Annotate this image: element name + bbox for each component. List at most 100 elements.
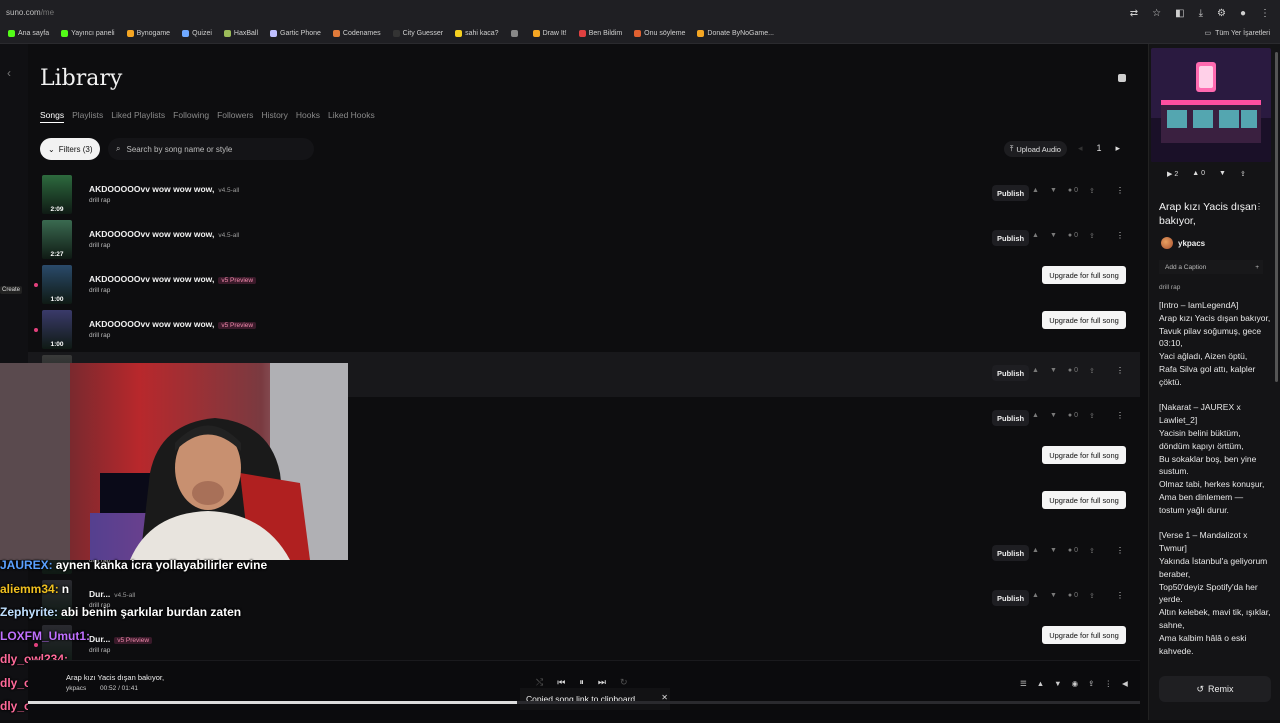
song-thumbnail[interactable]: 2:27	[42, 220, 72, 259]
address-bar[interactable]: suno.com/me ⇄ ☆ ◧ ⤓ ⚙ ● ⋮	[0, 6, 1280, 22]
publish-button[interactable]: Publish	[992, 365, 1030, 381]
comment-icon[interactable]: ● 0	[1068, 232, 1078, 240]
share-icon[interactable]: ⇪	[1089, 187, 1095, 195]
bookmark-item[interactable]: Ben Bildim	[578, 29, 622, 37]
comment-icon[interactable]: ● 0	[1068, 187, 1078, 195]
extensions-icon[interactable]: ◧	[1175, 8, 1184, 19]
song-author[interactable]: ykpacs	[1161, 237, 1205, 249]
publish-button[interactable]: Publish	[992, 410, 1030, 426]
search-input[interactable]: ⌕ Search by song name or style	[108, 138, 314, 160]
bookmark-item[interactable]: City Guesser	[392, 29, 443, 37]
chevron-left-icon[interactable]: ‹	[7, 66, 11, 80]
tab-history[interactable]: History	[261, 110, 287, 123]
more-icon[interactable]: ⋮	[1255, 202, 1263, 211]
tab-hooks[interactable]: Hooks	[296, 110, 320, 123]
song-title[interactable]: AKDOOOOOvv wow wow wow, v5 Preview	[89, 274, 257, 284]
upgrade-button[interactable]: Upgrade for full song	[1042, 311, 1126, 329]
song-row[interactable]: 2:09 AKDOOOOOvv wow wow wow, v4.5-all drill…	[28, 172, 1140, 217]
comment-icon[interactable]: ● 0	[1068, 592, 1078, 600]
bookmark-item[interactable]	[510, 29, 521, 37]
thumbs-down-icon[interactable]: ▼	[1050, 187, 1057, 195]
tab-playlists[interactable]: Playlists	[72, 110, 103, 123]
song-row[interactable]: 2:27 AKDOOOOOvv wow wow wow, v4.5-all drill…	[28, 217, 1140, 262]
share-icon[interactable]: ⇪	[1240, 170, 1246, 178]
thumbs-down-icon[interactable]: ▼	[1050, 412, 1057, 420]
more-icon[interactable]: ⋮	[1116, 231, 1124, 240]
create-label[interactable]: Create	[0, 286, 23, 294]
song-title[interactable]: AKDOOOOOvv wow wow wow, v5 Preview	[89, 319, 257, 329]
next-page-icon[interactable]: ▸	[1116, 143, 1121, 154]
bookmark-item[interactable]: Yayıncı paneli	[61, 29, 115, 37]
more-icon[interactable]: ⋮	[1116, 591, 1124, 600]
more-icon[interactable]: ⋮	[1104, 679, 1112, 688]
thumbs-up-icon[interactable]: ▲	[1032, 592, 1039, 600]
url-text[interactable]: suno.com/me	[6, 8, 54, 17]
thumbs-up-icon[interactable]: ▲	[1037, 679, 1044, 688]
download-icon[interactable]: ⤓	[1199, 8, 1203, 19]
share-icon[interactable]: ⇪	[1088, 679, 1094, 688]
bookmark-item[interactable]: Bynogame	[126, 29, 170, 37]
dislike-icon[interactable]: ▼	[1219, 170, 1226, 178]
filters-button[interactable]: ⌄ Filters (3)	[40, 138, 101, 160]
queue-icon[interactable]: ☰	[1020, 679, 1027, 688]
shuffle-icon[interactable]: ⤭	[536, 677, 543, 688]
thumbs-up-icon[interactable]: ▲	[1032, 412, 1039, 420]
upload-audio-button[interactable]: ⤒ Upload Audio	[1004, 141, 1067, 157]
repeat-icon[interactable]: ↻	[620, 677, 628, 688]
song-thumbnail[interactable]: 2:09	[42, 175, 72, 214]
avatar[interactable]: ●	[1240, 8, 1246, 19]
pause-icon[interactable]: ⏸	[579, 677, 584, 688]
volume-icon[interactable]: ◀	[1122, 679, 1128, 688]
upgrade-button[interactable]: Upgrade for full song	[1042, 491, 1126, 509]
more-icon[interactable]: ⋮	[1116, 546, 1124, 555]
tab-followers[interactable]: Followers	[217, 110, 253, 123]
square-icon[interactable]	[1118, 74, 1126, 82]
song-row[interactable]: 1:00 AKDOOOOOvv wow wow wow, v5 Preview dri…	[28, 307, 1140, 352]
plus-icon[interactable]: +	[1255, 264, 1259, 271]
translate-icon[interactable]: ⇄	[1130, 8, 1138, 19]
previous-icon[interactable]: ⏮	[557, 677, 565, 688]
thumbs-up-icon[interactable]: ▲	[1032, 187, 1039, 195]
share-icon[interactable]: ⇪	[1089, 232, 1095, 240]
song-thumbnail[interactable]: 1:00	[42, 310, 72, 349]
bookmark-item[interactable]: Donate ByNoGame...	[697, 29, 774, 37]
upgrade-button[interactable]: Upgrade for full song	[1042, 446, 1126, 464]
song-thumbnail[interactable]: 1:00	[42, 265, 72, 304]
thumbs-up-icon[interactable]: ▲	[1032, 367, 1039, 375]
star-icon[interactable]: ☆	[1152, 8, 1161, 19]
all-bookmarks-button[interactable]: ▭ Tüm Yer İşaretleri	[1205, 29, 1270, 38]
publish-button[interactable]: Publish	[992, 185, 1030, 201]
bookmark-item[interactable]: Codenames	[332, 29, 381, 37]
song-title[interactable]: AKDOOOOOvv wow wow wow, v4.5-all	[89, 229, 239, 239]
publish-button[interactable]: Publish	[992, 230, 1030, 246]
thumbs-down-icon[interactable]: ▼	[1054, 679, 1061, 688]
more-icon[interactable]: ⋮	[1116, 186, 1124, 195]
player-artist[interactable]: ykpacs	[66, 685, 86, 692]
caption-input[interactable]: Add a Caption +	[1159, 260, 1263, 274]
share-icon[interactable]: ⇪	[1089, 412, 1095, 420]
publish-button[interactable]: Publish	[992, 590, 1030, 606]
bookmark-item[interactable]: Gartic Phone	[270, 29, 321, 37]
thumbs-down-icon[interactable]: ▼	[1050, 547, 1057, 555]
thumbs-up-icon[interactable]: ▲	[1032, 547, 1039, 555]
more-icon[interactable]: ⋮	[1116, 411, 1124, 420]
progress-bar[interactable]	[28, 701, 1140, 704]
remix-button[interactable]: ↺ Remix	[1159, 676, 1271, 702]
bookmark-item[interactable]: Ana sayfa	[8, 29, 49, 37]
player-title[interactable]: Arap kızı Yacis dışan bakıyor,	[66, 673, 164, 682]
bookmark-item[interactable]: HaxBall	[223, 29, 258, 37]
tab-following[interactable]: Following	[173, 110, 209, 123]
menu-icon[interactable]: ⋮	[1260, 8, 1270, 19]
comment-icon[interactable]: ● 0	[1068, 547, 1078, 555]
bookmark-item[interactable]: Quizei	[182, 29, 212, 37]
share-icon[interactable]: ⇪	[1089, 547, 1095, 555]
thumbs-down-icon[interactable]: ▼	[1050, 367, 1057, 375]
bookmark-item[interactable]: Draw It!	[532, 29, 567, 37]
thumbs-up-icon[interactable]: ▲	[1032, 232, 1039, 240]
cover-art[interactable]	[1151, 48, 1271, 162]
prev-page-icon[interactable]: ◂	[1078, 143, 1083, 154]
song-title[interactable]: AKDOOOOOvv wow wow wow, v4.5-all	[89, 184, 239, 194]
publish-button[interactable]: Publish	[992, 545, 1030, 561]
likes-count[interactable]: ▲ 0	[1192, 170, 1205, 178]
bookmark-item[interactable]: sahi kaca?	[455, 29, 499, 37]
